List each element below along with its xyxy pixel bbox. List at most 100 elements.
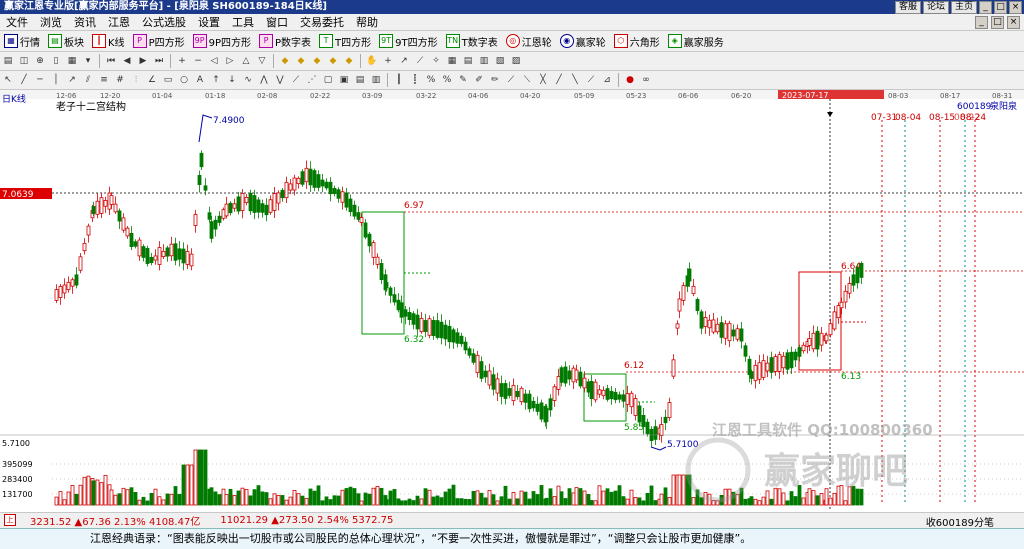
kline-chart[interactable]: 12-06 12-20 01-04 01-18 02-08 02-22 03-09 03-22… xyxy=(0,90,1024,510)
dropdown-icon[interactable]: ▾ xyxy=(81,54,95,68)
chart2-icon[interactable]: ▥ xyxy=(477,54,491,68)
maximize-button[interactable]: □ xyxy=(994,1,1007,14)
tool-sector[interactable]: ▤ 板块 xyxy=(44,34,88,49)
calc-icon[interactable]: ▦ xyxy=(65,54,79,68)
draw8-icon[interactable]: ╲ xyxy=(568,73,582,87)
minimize-button[interactable]: _ xyxy=(979,1,992,14)
line-icon[interactable]: ╱ xyxy=(17,73,31,87)
table-icon[interactable]: ▦ xyxy=(445,54,459,68)
forum-button[interactable]: 论坛 xyxy=(922,1,949,14)
cross-icon[interactable]: + xyxy=(381,54,395,68)
percent2-icon[interactable]: % xyxy=(440,73,454,87)
menu-file[interactable]: 文件 xyxy=(0,14,34,30)
wave-icon[interactable]: ∿ xyxy=(241,73,255,87)
box2-icon[interactable]: ▣ xyxy=(337,73,351,87)
prev-icon[interactable]: ◀ xyxy=(120,54,134,68)
tool-9t-square[interactable]: 9T 9T四方形 xyxy=(375,34,441,49)
home-button[interactable]: 主页 xyxy=(950,1,977,14)
zoom-out-icon[interactable]: − xyxy=(191,54,205,68)
trend-icon[interactable]: ⟋ xyxy=(413,54,427,68)
percent-icon[interactable]: % xyxy=(424,73,438,87)
play-icon[interactable]: ▶ xyxy=(136,54,150,68)
sz-index[interactable]: 11021.29 ▲273.50 2.54% 5372.75 xyxy=(200,515,393,526)
draw2-icon[interactable]: ✐ xyxy=(472,73,486,87)
arrow-icon[interactable]: ↗ xyxy=(397,54,411,68)
sh-index[interactable]: 3231.52 ▲67.36 2.13% 4108.47亿 xyxy=(0,513,200,528)
draw9-icon[interactable]: ⟋ xyxy=(584,73,598,87)
box4-icon[interactable]: ▥ xyxy=(369,73,383,87)
tool-quotes[interactable]: ▦ 行情 xyxy=(0,34,44,49)
polyline-icon[interactable]: ⋀ xyxy=(257,73,271,87)
text-icon[interactable]: A xyxy=(193,73,207,87)
zoom-in-icon[interactable]: + xyxy=(175,54,189,68)
menu-settings[interactable]: 设置 xyxy=(192,14,226,30)
first-icon[interactable]: ⏮ xyxy=(104,54,118,68)
channel-icon[interactable]: ⫽ xyxy=(81,73,95,87)
hline-icon[interactable]: ─ xyxy=(33,73,47,87)
rect-icon[interactable]: ▭ xyxy=(161,73,175,87)
draw5-icon[interactable]: ⟍ xyxy=(520,73,534,87)
doc2-icon[interactable]: ▤ xyxy=(461,54,475,68)
down-icon[interactable]: ▽ xyxy=(255,54,269,68)
left-icon[interactable]: ◁ xyxy=(207,54,221,68)
magnify-icon[interactable]: ⊕ xyxy=(33,54,47,68)
gann-fan-icon[interactable]: ⋰ xyxy=(305,73,319,87)
menu-trade[interactable]: 交易委托 xyxy=(294,14,350,30)
box3-icon[interactable]: ▤ xyxy=(353,73,367,87)
diamond2-icon[interactable]: ◆ xyxy=(294,54,308,68)
zigzag-icon[interactable]: ⋁ xyxy=(273,73,287,87)
tool-p-table[interactable]: P P数字表 xyxy=(255,34,315,49)
tick-info[interactable]: 收600189分笔 xyxy=(926,514,994,529)
diamond-icon[interactable]: ◆ xyxy=(278,54,292,68)
close-button[interactable]: × xyxy=(1009,1,1022,14)
tool-service[interactable]: ◈ 赢家服务 xyxy=(664,34,728,49)
last-icon[interactable]: ⏭ xyxy=(152,54,166,68)
menu-window[interactable]: 窗口 xyxy=(260,14,294,30)
menu-help[interactable]: 帮助 xyxy=(350,14,384,30)
tool-gann-wheel[interactable]: ◎ 江恩轮 xyxy=(502,34,556,49)
draw4-icon[interactable]: ⟋ xyxy=(504,73,518,87)
chart-icon[interactable]: ◫ xyxy=(17,54,31,68)
diamond4-icon[interactable]: ◆ xyxy=(326,54,340,68)
down-arrow-icon[interactable]: ↓ xyxy=(225,73,239,87)
service-button[interactable]: 客服 xyxy=(894,1,921,14)
bars2-icon[interactable]: ┋ xyxy=(408,73,422,87)
draw-icon[interactable]: ✎ xyxy=(456,73,470,87)
vline-icon[interactable]: │ xyxy=(49,73,63,87)
child-minimize-button[interactable]: _ xyxy=(975,16,988,29)
menu-tools[interactable]: 工具 xyxy=(226,14,260,30)
menu-browse[interactable]: 浏览 xyxy=(34,14,68,30)
diamond3-icon[interactable]: ◆ xyxy=(310,54,324,68)
pointer-icon[interactable]: ↖ xyxy=(1,73,15,87)
doc-icon[interactable]: ▯ xyxy=(49,54,63,68)
up-arrow-icon[interactable]: ↑ xyxy=(209,73,223,87)
cycle-icon[interactable]: ⫶ xyxy=(129,73,143,87)
box-icon[interactable]: ▢ xyxy=(321,73,335,87)
tool-p-square[interactable]: P P四方形 xyxy=(129,34,189,49)
fib-icon[interactable]: ≡ xyxy=(97,73,111,87)
ray-icon[interactable]: ↗ xyxy=(65,73,79,87)
tool-t-square[interactable]: T T四方形 xyxy=(315,34,375,49)
circle-icon[interactable]: ○ xyxy=(177,73,191,87)
draw3-icon[interactable]: ✏ xyxy=(488,73,502,87)
color-icon[interactable]: ● xyxy=(623,73,637,87)
fan-icon[interactable]: ✧ xyxy=(429,54,443,68)
hand-icon[interactable]: ✋ xyxy=(365,54,379,68)
tool-kline[interactable]: ┃ K线 xyxy=(88,34,129,49)
tool-9p-square[interactable]: 9P 9P四方形 xyxy=(189,34,255,49)
menu-formula[interactable]: 公式选股 xyxy=(136,14,192,30)
child-close-button[interactable]: × xyxy=(1007,16,1020,29)
angle-icon[interactable]: ∠ xyxy=(145,73,159,87)
menu-info[interactable]: 资讯 xyxy=(68,14,102,30)
fan2-icon[interactable]: ⟋ xyxy=(289,73,303,87)
right-icon[interactable]: ▷ xyxy=(223,54,237,68)
link-icon[interactable]: ∞ xyxy=(639,73,653,87)
draw6-icon[interactable]: ╳ xyxy=(536,73,550,87)
bars-icon[interactable]: ┃ xyxy=(392,73,406,87)
menu-gann[interactable]: 江恩 xyxy=(102,14,136,30)
tool-hexagon[interactable]: ⬡ 六角形 xyxy=(610,34,664,49)
list-icon[interactable]: ▤ xyxy=(1,54,15,68)
diamond5-icon[interactable]: ◆ xyxy=(342,54,356,68)
chart3-icon[interactable]: ▧ xyxy=(493,54,507,68)
tool-winner-wheel[interactable]: ◉ 赢家轮 xyxy=(556,34,610,49)
